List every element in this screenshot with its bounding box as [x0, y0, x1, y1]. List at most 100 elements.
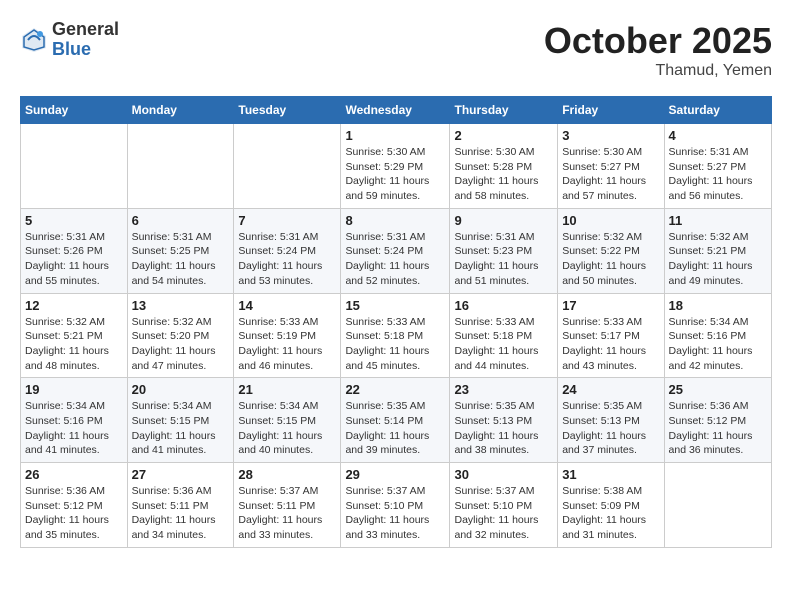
day-info: Sunrise: 5:33 AM Sunset: 5:18 PM Dayligh… [345, 315, 445, 374]
calendar-week-row: 1 Sunrise: 5:30 AM Sunset: 5:29 PM Daylig… [21, 124, 772, 209]
day-number: 21 [238, 382, 336, 397]
day-info: Sunrise: 5:31 AM Sunset: 5:27 PM Dayligh… [669, 145, 767, 204]
day-number: 31 [562, 467, 659, 482]
calendar-cell [127, 124, 234, 209]
day-info: Sunrise: 5:32 AM Sunset: 5:21 PM Dayligh… [25, 315, 123, 374]
logo-general: General [52, 20, 119, 40]
calendar-cell: 10 Sunrise: 5:32 AM Sunset: 5:22 PM Dayli… [558, 208, 664, 293]
day-number: 15 [345, 298, 445, 313]
day-info: Sunrise: 5:32 AM Sunset: 5:21 PM Dayligh… [669, 230, 767, 289]
day-info: Sunrise: 5:37 AM Sunset: 5:10 PM Dayligh… [345, 484, 445, 543]
day-info: Sunrise: 5:35 AM Sunset: 5:14 PM Dayligh… [345, 399, 445, 458]
calendar-week-row: 12 Sunrise: 5:32 AM Sunset: 5:21 PM Dayli… [21, 293, 772, 378]
day-info: Sunrise: 5:31 AM Sunset: 5:24 PM Dayligh… [345, 230, 445, 289]
day-info: Sunrise: 5:36 AM Sunset: 5:11 PM Dayligh… [132, 484, 230, 543]
calendar-cell: 3Sunrise: 5:30 AM Sunset: 5:27 PM Daylig… [558, 124, 664, 209]
day-number: 16 [454, 298, 553, 313]
calendar-cell: 9Sunrise: 5:31 AM Sunset: 5:23 PM Daylig… [450, 208, 558, 293]
col-header-monday: Monday [127, 97, 234, 124]
day-info: Sunrise: 5:36 AM Sunset: 5:12 PM Dayligh… [25, 484, 123, 543]
day-number: 30 [454, 467, 553, 482]
day-info: Sunrise: 5:34 AM Sunset: 5:16 PM Dayligh… [25, 399, 123, 458]
day-info: Sunrise: 5:35 AM Sunset: 5:13 PM Dayligh… [454, 399, 553, 458]
calendar-cell: 11Sunrise: 5:32 AM Sunset: 5:21 PM Dayli… [664, 208, 771, 293]
day-number: 1 [345, 128, 445, 143]
day-number: 28 [238, 467, 336, 482]
day-number: 17 [562, 298, 659, 313]
day-number: 24 [562, 382, 659, 397]
day-info: Sunrise: 5:38 AM Sunset: 5:09 PM Dayligh… [562, 484, 659, 543]
col-header-friday: Friday [558, 97, 664, 124]
calendar-cell [664, 463, 771, 548]
calendar-cell: 15 Sunrise: 5:33 AM Sunset: 5:18 PM Dayli… [341, 293, 450, 378]
day-number: 20 [132, 382, 230, 397]
calendar-cell: 23 Sunrise: 5:35 AM Sunset: 5:13 PM Dayli… [450, 378, 558, 463]
calendar-cell: 8 Sunrise: 5:31 AM Sunset: 5:24 PM Daylig… [341, 208, 450, 293]
day-info: Sunrise: 5:30 AM Sunset: 5:28 PM Dayligh… [454, 145, 553, 204]
day-number: 7 [238, 213, 336, 228]
calendar-cell: 7 Sunrise: 5:31 AM Sunset: 5:24 PM Daylig… [234, 208, 341, 293]
day-number: 10 [562, 213, 659, 228]
day-info: Sunrise: 5:32 AM Sunset: 5:22 PM Dayligh… [562, 230, 659, 289]
calendar-cell: 1 Sunrise: 5:30 AM Sunset: 5:29 PM Daylig… [341, 124, 450, 209]
day-number: 6 [132, 213, 230, 228]
day-number: 2 [454, 128, 553, 143]
calendar-week-row: 26Sunrise: 5:36 AM Sunset: 5:12 PM Dayli… [21, 463, 772, 548]
calendar-cell: 4Sunrise: 5:31 AM Sunset: 5:27 PM Daylig… [664, 124, 771, 209]
calendar-cell: 2 Sunrise: 5:30 AM Sunset: 5:28 PM Daylig… [450, 124, 558, 209]
calendar-cell: 13Sunrise: 5:32 AM Sunset: 5:20 PM Dayli… [127, 293, 234, 378]
day-number: 12 [25, 298, 123, 313]
day-info: Sunrise: 5:37 AM Sunset: 5:11 PM Dayligh… [238, 484, 336, 543]
day-info: Sunrise: 5:33 AM Sunset: 5:18 PM Dayligh… [454, 315, 553, 374]
day-number: 18 [669, 298, 767, 313]
day-number: 8 [345, 213, 445, 228]
day-info: Sunrise: 5:34 AM Sunset: 5:16 PM Dayligh… [669, 315, 767, 374]
calendar-cell: 28 Sunrise: 5:37 AM Sunset: 5:11 PM Dayli… [234, 463, 341, 548]
col-header-thursday: Thursday [450, 97, 558, 124]
day-info: Sunrise: 5:32 AM Sunset: 5:20 PM Dayligh… [132, 315, 230, 374]
calendar-cell [21, 124, 128, 209]
day-info: Sunrise: 5:36 AM Sunset: 5:12 PM Dayligh… [669, 399, 767, 458]
logo-blue: Blue [52, 40, 119, 60]
day-info: Sunrise: 5:31 AM Sunset: 5:24 PM Dayligh… [238, 230, 336, 289]
day-info: Sunrise: 5:31 AM Sunset: 5:25 PM Dayligh… [132, 230, 230, 289]
day-info: Sunrise: 5:34 AM Sunset: 5:15 PM Dayligh… [238, 399, 336, 458]
calendar-cell: 18 Sunrise: 5:34 AM Sunset: 5:16 PM Dayli… [664, 293, 771, 378]
page-header: General Blue October 2025 Thamud, Yemen [20, 20, 772, 80]
day-info: Sunrise: 5:31 AM Sunset: 5:23 PM Dayligh… [454, 230, 553, 289]
day-number: 23 [454, 382, 553, 397]
day-number: 3 [562, 128, 659, 143]
calendar-cell: 27Sunrise: 5:36 AM Sunset: 5:11 PM Dayli… [127, 463, 234, 548]
day-number: 5 [25, 213, 123, 228]
col-header-sunday: Sunday [21, 97, 128, 124]
day-number: 22 [345, 382, 445, 397]
logo-text: General Blue [52, 20, 119, 60]
calendar-cell: 5 Sunrise: 5:31 AM Sunset: 5:26 PM Daylig… [21, 208, 128, 293]
calendar-cell: 21 Sunrise: 5:34 AM Sunset: 5:15 PM Dayli… [234, 378, 341, 463]
calendar-cell: 19 Sunrise: 5:34 AM Sunset: 5:16 PM Dayli… [21, 378, 128, 463]
calendar-cell: 31 Sunrise: 5:38 AM Sunset: 5:09 PM Dayli… [558, 463, 664, 548]
calendar-week-row: 19 Sunrise: 5:34 AM Sunset: 5:16 PM Dayli… [21, 378, 772, 463]
col-header-saturday: Saturday [664, 97, 771, 124]
day-info: Sunrise: 5:30 AM Sunset: 5:29 PM Dayligh… [345, 145, 445, 204]
day-info: Sunrise: 5:35 AM Sunset: 5:13 PM Dayligh… [562, 399, 659, 458]
day-info: Sunrise: 5:34 AM Sunset: 5:15 PM Dayligh… [132, 399, 230, 458]
calendar-table: SundayMondayTuesdayWednesdayThursdayFrid… [20, 96, 772, 548]
title-block: October 2025 Thamud, Yemen [544, 20, 772, 80]
day-info: Sunrise: 5:37 AM Sunset: 5:10 PM Dayligh… [454, 484, 553, 543]
calendar-cell: 6 Sunrise: 5:31 AM Sunset: 5:25 PM Daylig… [127, 208, 234, 293]
calendar-cell: 25 Sunrise: 5:36 AM Sunset: 5:12 PM Dayli… [664, 378, 771, 463]
calendar-cell: 29Sunrise: 5:37 AM Sunset: 5:10 PM Dayli… [341, 463, 450, 548]
calendar-cell: 12 Sunrise: 5:32 AM Sunset: 5:21 PM Dayli… [21, 293, 128, 378]
logo-icon [20, 26, 48, 54]
calendar-cell: 20 Sunrise: 5:34 AM Sunset: 5:15 PM Dayli… [127, 378, 234, 463]
calendar-cell: 30 Sunrise: 5:37 AM Sunset: 5:10 PM Dayli… [450, 463, 558, 548]
calendar-cell: 16 Sunrise: 5:33 AM Sunset: 5:18 PM Dayli… [450, 293, 558, 378]
day-info: Sunrise: 5:31 AM Sunset: 5:26 PM Dayligh… [25, 230, 123, 289]
day-number: 19 [25, 382, 123, 397]
calendar-cell [234, 124, 341, 209]
calendar-cell: 26Sunrise: 5:36 AM Sunset: 5:12 PM Dayli… [21, 463, 128, 548]
calendar-week-row: 5 Sunrise: 5:31 AM Sunset: 5:26 PM Daylig… [21, 208, 772, 293]
day-number: 25 [669, 382, 767, 397]
calendar-cell: 24 Sunrise: 5:35 AM Sunset: 5:13 PM Dayli… [558, 378, 664, 463]
